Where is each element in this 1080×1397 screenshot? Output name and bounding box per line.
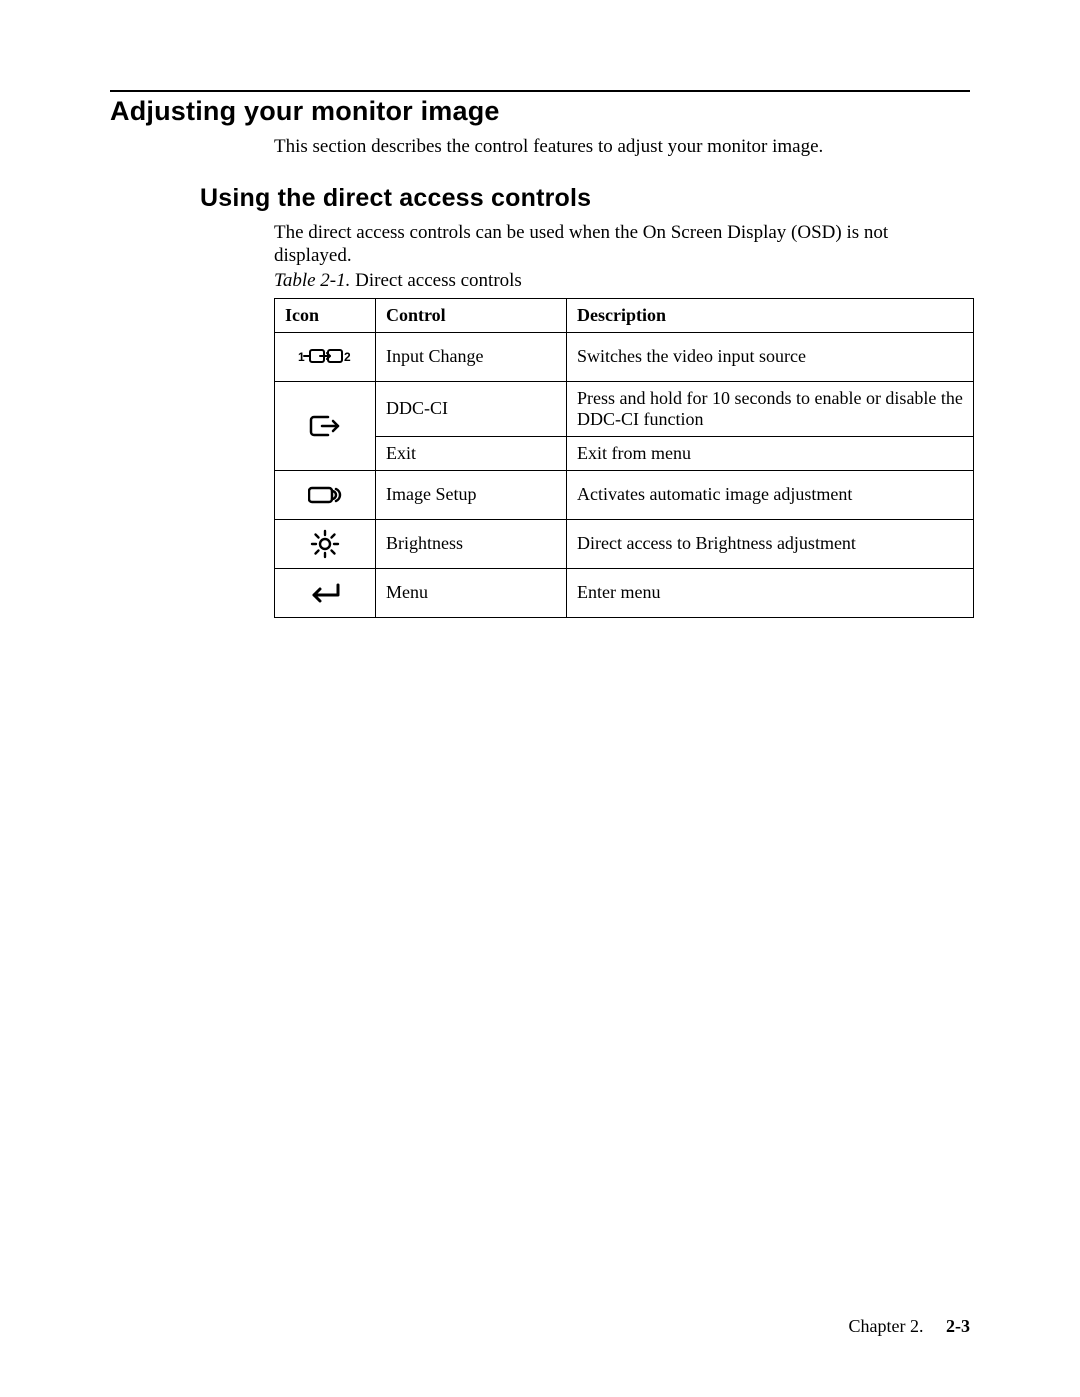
direct-access-controls-table: Icon Control Description 1 [274,298,974,618]
table-row: Brightness Direct access to Brightness a… [275,519,974,568]
th-control: Control [376,298,567,332]
image-setup-icon [308,483,342,503]
th-description: Description [567,298,974,332]
table-row: Exit Exit from menu [275,436,974,470]
icon-cell [275,568,376,617]
control-cell: Exit [376,436,567,470]
control-cell: Input Change [376,332,567,381]
subsection-heading: Using the direct access controls [200,184,970,213]
icon-cell: 1 2 [275,332,376,381]
table-row: Image Setup Activates automatic image ad… [275,470,974,519]
description-cell: Exit from menu [567,436,974,470]
section-intro: This section describes the control featu… [274,135,970,158]
table-caption-label: Table 2-1. [274,270,350,291]
page-footer: Chapter 2. 2-3 [849,1316,970,1337]
exit-icon [308,414,342,434]
description-cell: Switches the video input source [567,332,974,381]
control-cell: Image Setup [376,470,567,519]
svg-text:2: 2 [344,350,351,364]
description-cell: Enter menu [567,568,974,617]
section-heading: Adjusting your monitor image [110,96,970,127]
footer-chapter: Chapter 2. [849,1316,924,1336]
description-cell: Activates automatic image adjustment [567,470,974,519]
control-cell: Menu [376,568,567,617]
icon-cell [275,381,376,470]
description-cell: Direct access to Brightness adjustment [567,519,974,568]
table-row: 1 2 Input Change Switches the video [275,332,974,381]
brightness-icon [310,532,340,552]
icon-cell [275,519,376,568]
table-caption: Table 2-1. Direct access controls [274,270,970,292]
subsection-intro: The direct access controls can be used w… [274,221,970,267]
control-cell: Brightness [376,519,567,568]
svg-text:1: 1 [298,350,305,364]
footer-page-number: 2-3 [946,1316,970,1336]
menu-icon [308,581,342,601]
table-row: DDC-CI Press and hold for 10 seconds to … [275,381,974,436]
description-cell: Press and hold for 10 seconds to enable … [567,381,974,436]
page: Adjusting your monitor image This sectio… [0,0,1080,1397]
icon-cell [275,470,376,519]
table-caption-text: Direct access controls [355,270,522,291]
control-cell: DDC-CI [376,381,567,436]
section-rule [110,90,970,92]
table-row: Menu Enter menu [275,568,974,617]
th-icon: Icon [275,298,376,332]
table-header-row: Icon Control Description [275,298,974,332]
input-change-icon: 1 2 [298,345,352,365]
